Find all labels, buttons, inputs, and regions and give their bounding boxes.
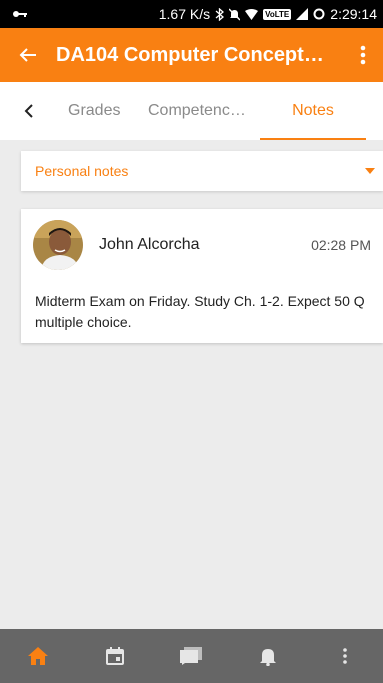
nav-messages[interactable] <box>166 629 216 683</box>
tab-competencies[interactable]: Competenc… <box>148 82 260 140</box>
home-icon <box>28 647 49 665</box>
more-vert-icon <box>342 648 347 664</box>
more-options-button[interactable] <box>343 28 383 82</box>
clock: 2:29:14 <box>330 6 377 22</box>
chevron-left-icon <box>24 104 33 118</box>
page-title: DA104 Computer Concept… <box>56 43 324 66</box>
tab-scroll-left-button[interactable] <box>0 82 56 140</box>
tab-notes[interactable]: Notes <box>260 82 366 140</box>
arrow-left-icon <box>19 48 36 62</box>
nav-notifications[interactable] <box>243 629 293 683</box>
tab-bar: Grades Competenc… Notes <box>0 82 383 140</box>
back-button[interactable] <box>0 28 56 82</box>
dropdown-arrow-icon <box>365 168 375 174</box>
key-icon <box>13 11 27 17</box>
network-speed: 1.67 K/s <box>158 6 211 22</box>
volte-badge: VoLTE <box>263 8 292 20</box>
avatar <box>33 220 83 270</box>
note-card: John Alcorcha 02:28 PM Midterm Exam on F… <box>21 209 383 343</box>
app-bar: DA104 Computer Concept… <box>0 28 383 82</box>
wifi-icon <box>245 8 259 20</box>
note-time: 02:28 PM <box>311 237 371 253</box>
note-author: John Alcorcha <box>99 236 200 253</box>
nav-calendar[interactable] <box>90 629 140 683</box>
mute-icon <box>229 7 241 21</box>
battery-ring-icon <box>313 8 325 20</box>
calendar-icon <box>105 647 124 665</box>
bluetooth-icon <box>215 7 225 21</box>
more-vert-icon <box>360 45 366 65</box>
notifications-icon <box>260 648 277 666</box>
bottom-nav <box>0 629 383 683</box>
nav-more[interactable] <box>320 629 370 683</box>
notes-type-value: Personal notes <box>35 163 129 179</box>
note-text: Midterm Exam on Friday. Study Ch. 1-2. E… <box>35 293 365 330</box>
signal-icon <box>296 8 309 20</box>
tab-grades[interactable]: Grades <box>56 82 148 140</box>
messages-icon <box>180 647 203 665</box>
status-bar: 1.67 K/s VoLTE 2:29:14 <box>0 0 383 28</box>
nav-home[interactable] <box>13 629 63 683</box>
notes-type-select[interactable]: Personal notes <box>21 151 383 191</box>
